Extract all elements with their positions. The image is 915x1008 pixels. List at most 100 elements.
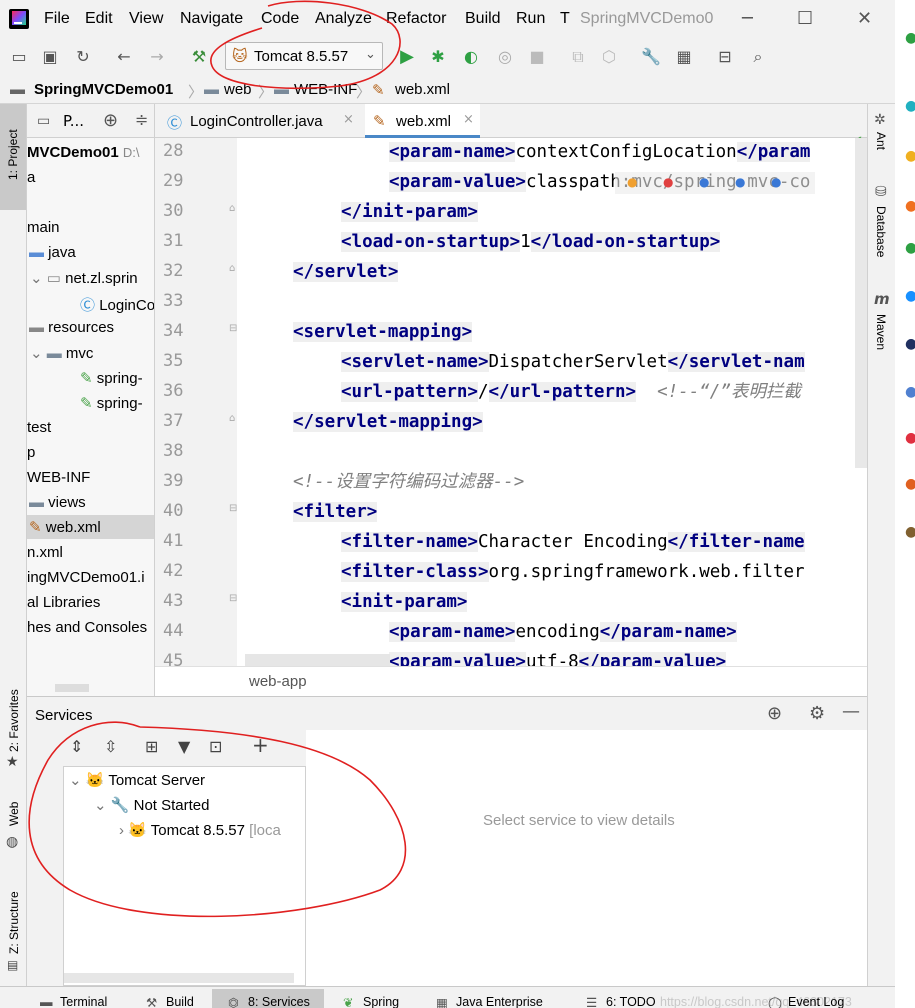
menu-refactor[interactable]: Refactor (386, 10, 446, 28)
structure-crumb[interactable]: web-app (249, 673, 307, 690)
maximize-icon[interactable]: ☐ (797, 8, 813, 29)
project-view-label[interactable]: P... (63, 112, 84, 130)
spring-tab[interactable]: Spring (363, 995, 399, 1008)
collapse-all-icon[interactable]: ⇳ (104, 737, 117, 756)
build-tab[interactable]: Build (166, 995, 194, 1008)
menu-edit[interactable]: Edit (85, 10, 113, 28)
target-icon[interactable]: ⊕ (767, 703, 782, 724)
web-tool-label[interactable]: Web (7, 802, 21, 826)
sync-icon[interactable]: ↻ (72, 46, 94, 68)
tree-item-class[interactable]: Ⓒ LoginCo (80, 294, 154, 315)
maven-tool-label[interactable]: Maven (874, 314, 888, 350)
tree-item-mvc[interactable]: ⌄ ▬ mvc (30, 344, 93, 362)
tree-item[interactable]: p (27, 444, 35, 461)
forward-arrow-icon[interactable]: → (146, 46, 168, 68)
project-structure-icon[interactable]: ▦ (673, 46, 695, 68)
debug-bug-icon[interactable]: ✱ (427, 46, 449, 68)
fold-icon[interactable]: ⊟ (229, 593, 237, 604)
menu-analyze[interactable]: Analyze (315, 10, 372, 28)
menu-tools[interactable]: T (560, 10, 570, 28)
horizontal-scrollbar[interactable] (64, 973, 294, 983)
fold-icon[interactable]: ⊟ (229, 503, 237, 514)
code-editor[interactable]: <param-name>contextConfigLocation</param… (237, 138, 867, 666)
fold-icon[interactable]: ⌂ (229, 413, 235, 424)
tab-close-icon[interactable]: × (463, 112, 474, 127)
horizontal-scrollbar[interactable] (55, 684, 89, 692)
java-enterprise-tab[interactable]: Java Enterprise (456, 995, 543, 1008)
tree-item[interactable]: n.xml (27, 544, 63, 561)
attach-debugger-icon[interactable]: ⧉ (567, 46, 589, 68)
tree-item-resources[interactable]: ▬ resources (29, 319, 114, 336)
save-icon[interactable]: ▣ (39, 46, 61, 68)
tree-item-views[interactable]: ▬ views (29, 494, 86, 511)
minimize-icon[interactable]: ─ (742, 8, 753, 29)
tree-item-java[interactable]: ▬ java (29, 244, 76, 261)
breadcrumb-web[interactable]: web (224, 81, 252, 98)
tab-web-xml[interactable]: ✎ web.xml × (365, 104, 480, 138)
fold-icon[interactable]: ⊟ (229, 323, 237, 334)
filter-icon[interactable]: ▼ (178, 737, 190, 756)
presentation-icon[interactable]: ⊟ (714, 46, 736, 68)
tree-item-selected[interactable]: ✎ web.xml (27, 515, 154, 539)
tree-item[interactable]: test (27, 419, 51, 436)
horizontal-scrollbar[interactable] (245, 654, 390, 666)
project-root[interactable]: MVCDemo01 D:\ (27, 144, 140, 161)
tree-item[interactable]: WEB-INF (27, 469, 90, 486)
project-tool-button[interactable]: 1: Project (0, 104, 26, 210)
stop-icon[interactable]: ■ (526, 46, 548, 68)
group-by-icon[interactable]: ⊞ (145, 737, 158, 756)
tab-login-controller[interactable]: Ⓒ LoginController.java × (163, 104, 363, 138)
run-icon[interactable]: ▶ (396, 46, 418, 68)
collapse-icon[interactable]: ≑ (135, 110, 148, 129)
tree-item[interactable]: main (27, 219, 60, 236)
database-tool-label[interactable]: Database (874, 206, 888, 257)
fold-icon[interactable]: ⌂ (229, 263, 235, 274)
hide-panel-icon[interactable]: — (842, 701, 860, 722)
expand-all-icon[interactable]: ⇕ (70, 737, 83, 756)
structure-tool-label[interactable]: Z: Structure (7, 891, 21, 954)
deploy-icon[interactable]: ⬡ (598, 46, 620, 68)
services-tab-active[interactable]: ⏣ 8: Services (212, 989, 324, 1008)
build-hammer-icon[interactable]: ⚒ (188, 46, 210, 68)
breadcrumb-file[interactable]: web.xml (395, 81, 450, 98)
tree-item-package[interactable]: ⌄ ▭ net.zl.sprin (30, 269, 138, 287)
menu-code[interactable]: Code (261, 10, 299, 28)
terminal-tab[interactable]: Terminal (60, 995, 107, 1008)
favorites-tool-label[interactable]: 2: Favorites (7, 689, 21, 752)
tree-item-spring-xml[interactable]: ✎ spring- (80, 394, 143, 412)
menu-navigate[interactable]: Navigate (180, 10, 243, 28)
tab-close-icon[interactable]: × (343, 112, 354, 127)
close-icon[interactable]: ✕ (857, 8, 872, 29)
run-config-dropdown[interactable]: 🐱 Tomcat 8.5.57 ⌄ (225, 42, 383, 70)
search-icon[interactable]: ⌕ (747, 46, 769, 68)
tree-item-spring-xml[interactable]: ✎ spring- (80, 369, 143, 387)
vertical-scrollbar[interactable] (855, 138, 867, 468)
todo-tab[interactable]: 6: TODO (606, 995, 656, 1008)
menu-build[interactable]: Build (465, 10, 501, 28)
menu-run[interactable]: Run (516, 10, 545, 28)
gear-icon[interactable]: ⚙ (809, 703, 825, 724)
tree-item[interactable]: ingMVCDemo01.i (27, 569, 145, 586)
tree-node-tomcat-server[interactable]: ⌄ 🐱 Tomcat Server (69, 771, 205, 789)
tree-item[interactable]: hes and Consoles (27, 619, 147, 636)
new-tab-icon[interactable]: ⊡ (209, 737, 222, 756)
tree-item[interactable]: al Libraries (27, 594, 100, 611)
event-log-tab[interactable]: Event Log (788, 995, 844, 1008)
settings-wrench-icon[interactable]: 🔧 (640, 46, 662, 68)
profile-icon[interactable]: ◎ (494, 46, 516, 68)
menu-view[interactable]: View (129, 10, 163, 28)
open-folder-icon[interactable]: ▭ (8, 46, 30, 68)
add-service-icon[interactable]: + (252, 733, 269, 757)
fold-icon[interactable]: ⌂ (229, 203, 235, 214)
tree-node-tomcat-instance[interactable]: › 🐱 Tomcat 8.5.57 [loca (119, 821, 281, 839)
locate-icon[interactable]: ⊕ (103, 110, 118, 131)
tree-node-not-started[interactable]: ⌄ 🔧 Not Started (94, 796, 209, 814)
ant-tool-label[interactable]: Ant (874, 132, 888, 150)
coverage-icon[interactable]: ◐ (460, 46, 482, 68)
chevron-right-icon: › (119, 822, 124, 839)
back-arrow-icon[interactable]: ← (113, 46, 135, 68)
tree-item[interactable]: a (27, 169, 35, 186)
breadcrumb-project[interactable]: SpringMVCDemo01 (34, 81, 173, 98)
menu-file[interactable]: File (44, 10, 70, 28)
breadcrumb-web-inf[interactable]: WEB-INF (294, 81, 357, 98)
